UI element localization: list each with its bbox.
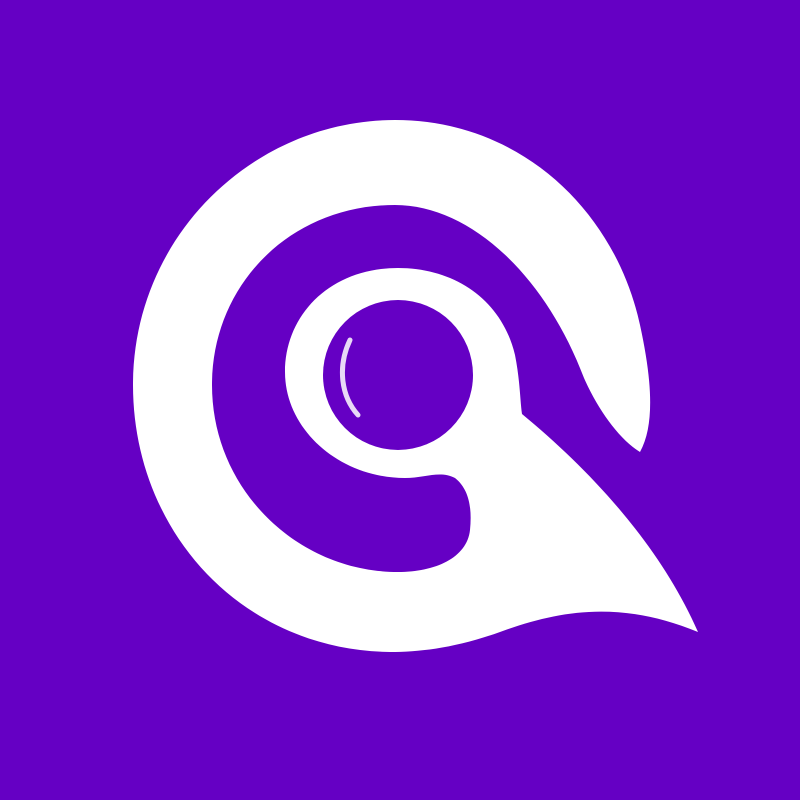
spiral-eye-logo-icon	[133, 120, 698, 652]
inner-eye-circle	[323, 300, 473, 450]
app-icon-tile	[0, 0, 800, 800]
